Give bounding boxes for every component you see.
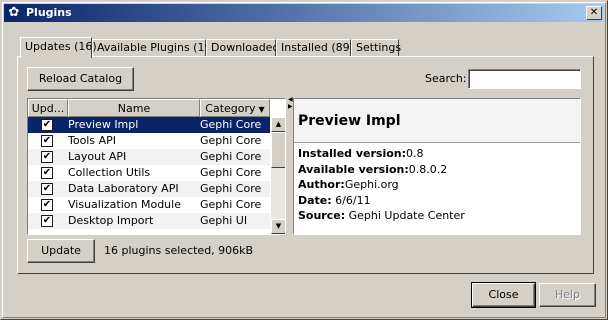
plugin-category: Gephi Core [200,182,262,195]
update-checkbox[interactable]: ✔ [41,167,53,179]
help-button[interactable]: Help [539,283,596,307]
table-row[interactable]: ✔ Tools API Gephi Core [28,133,270,149]
plugin-category: Gephi UI [200,214,248,227]
source-label: Source: [298,209,346,222]
plugins-table: Upd... Name Category ▼ ✔ Preview Impl Gep… [27,98,286,235]
plugin-details-pane: Preview Impl Installed version:0.8 Avail… [293,98,581,235]
update-checkbox[interactable]: ✔ [41,119,53,131]
window-title: Plugins [26,6,72,19]
plugin-category: Gephi Core [200,134,262,147]
reload-catalog-label: Reload Catalog [38,72,123,85]
update-checkbox[interactable]: ✔ [41,215,53,227]
update-checkbox[interactable]: ✔ [41,151,53,163]
scroll-thumb[interactable] [271,132,285,168]
table-row[interactable]: ✔ Preview Impl Gephi Core [28,117,270,133]
tab-installed[interactable]: Installed (89) [276,39,354,57]
selection-status: 16 plugins selected, 906kB [104,244,254,257]
gephi-app-icon: ✿ [8,5,20,20]
plugin-category: Gephi Core [200,150,262,163]
column-header-category[interactable]: Category ▼ [200,99,270,117]
search-label: Search: [425,72,467,85]
scroll-down-icon[interactable]: ▼ [271,219,285,234]
available-version: Available version:0.8.0.2 [298,162,465,178]
table-row[interactable]: ✔ Data Laboratory API Gephi Core [28,181,270,197]
column-header-name[interactable]: Name [68,99,200,117]
update-checkbox[interactable]: ✔ [41,183,53,195]
tab-settings[interactable]: Settings [351,39,401,57]
plugin-name: Layout API [68,150,127,163]
plugin-category: Gephi Core [200,118,262,131]
details-body: Installed version:0.8 Available version:… [298,146,465,224]
table-row[interactable]: ✔ Collection Utils Gephi Core [28,165,270,181]
date-label: Date: [298,193,332,207]
table-row[interactable]: ✔ Layout API Gephi Core [28,149,270,165]
column-header-update[interactable]: Upd... [28,99,68,117]
split-divider[interactable]: ◀ ▶ [287,97,293,236]
plugin-name: Collection Utils [68,166,151,179]
reload-catalog-button[interactable]: Reload Catalog [27,67,134,91]
details-title: Preview Impl [298,113,401,129]
update-checkbox[interactable]: ✔ [41,135,53,147]
plugin-name: Data Laboratory API [68,182,179,195]
plugin-category: Gephi Core [200,198,262,211]
installed-version: Installed version:0.8 [298,146,465,162]
installed-version-value: 0.8 [406,147,424,160]
help-button-label: Help [554,288,581,301]
table-rows: ✔ Preview Impl Gephi Core ✔ Tools API Ge… [28,117,270,229]
tab-available-plugins[interactable]: Available Plugins (19) [92,39,216,57]
plugin-name: Desktop Import [68,214,154,227]
plugin-name: Tools API [68,134,116,147]
table-header: Upd... Name Category ▼ [28,99,272,117]
date-value: 6/6/11 [335,193,371,207]
update-button-label: Update [41,244,81,257]
date: Date: 6/6/11 [298,193,465,209]
source: Source: Gephi Update Center [298,208,465,224]
update-button[interactable]: Update [27,239,95,263]
plugin-name: Preview Impl [68,118,139,131]
plugins-dialog: ✿ Plugins ✕ Updates (16) Available Plugi… [0,0,608,320]
close-button[interactable]: Close [471,282,536,308]
close-icon[interactable]: ✕ [586,6,602,20]
author-value: Gephi.org [344,178,399,191]
author-label: Author: [298,178,345,191]
title-bar[interactable]: ✿ Plugins ✕ [4,4,604,22]
close-button-label: Close [488,288,519,301]
table-row[interactable]: ✔ Desktop Import Gephi UI [28,213,270,229]
source-value: Gephi Update Center [348,209,465,222]
tab-downloaded[interactable]: Downloaded [206,39,279,57]
category-header-label: Category [205,102,256,115]
table-row[interactable]: ✔ Visualization Module Gephi Core [28,197,270,213]
author: Author:Gephi.org [298,177,465,193]
available-version-label: Available version: [298,162,409,176]
available-version-value: 0.8.0.2 [408,162,448,176]
search-input[interactable] [468,69,581,89]
collapse-right-icon[interactable]: ▶ [288,104,293,110]
plugin-category: Gephi Core [200,166,262,179]
update-checkbox[interactable]: ✔ [41,199,53,211]
filter-icon[interactable]: ▼ [259,105,265,114]
details-header: Preview Impl [294,99,580,143]
table-scrollbar[interactable]: ▲ ▼ [271,117,285,234]
plugin-name: Visualization Module [68,198,181,211]
installed-version-label: Installed version: [298,147,407,160]
tab-updates[interactable]: Updates (16) [20,37,97,58]
scroll-up-icon[interactable]: ▲ [271,117,285,132]
